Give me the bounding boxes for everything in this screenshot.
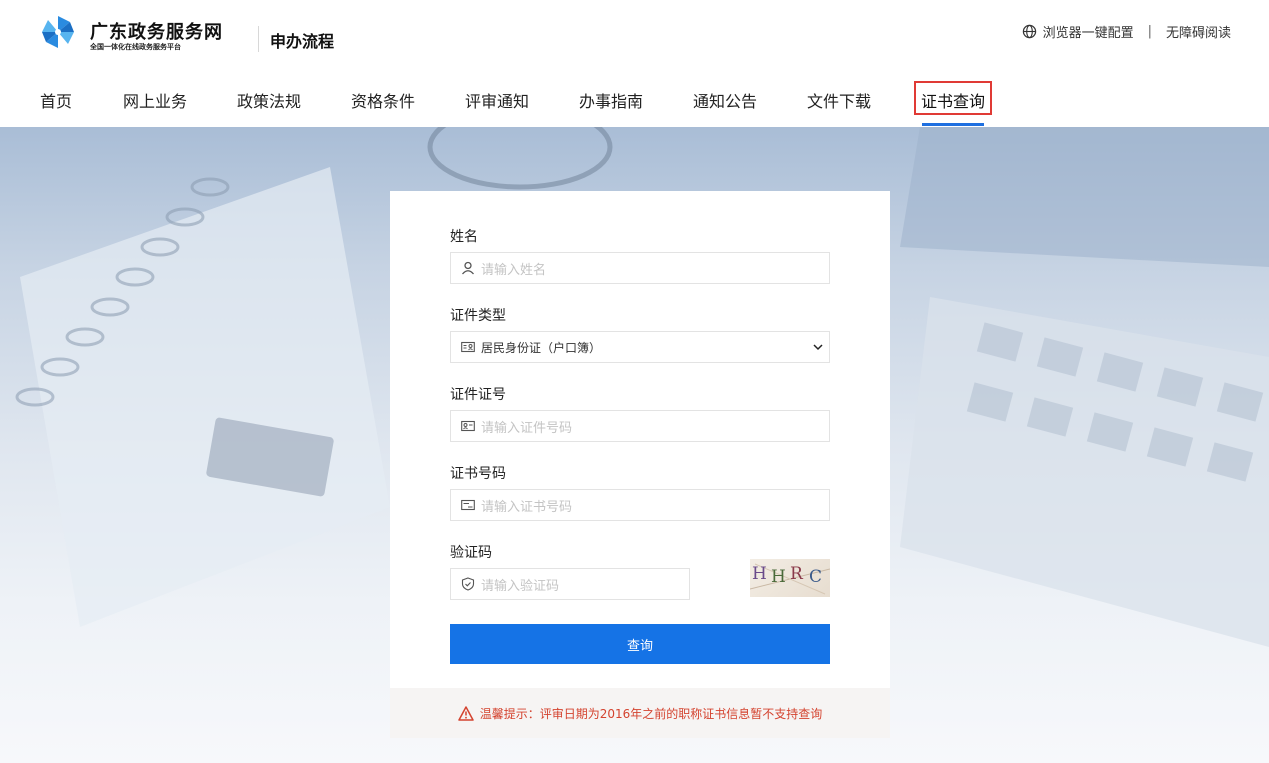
id-card-icon <box>461 420 475 432</box>
name-input[interactable]: 请输入姓名 <box>450 252 830 284</box>
id-type-select[interactable]: 居民身份证（户口簿） <box>450 331 830 363</box>
browser-config-link[interactable]: 浏览器一键配置 <box>1043 22 1134 41</box>
id-number-label: 证件证号 <box>450 387 506 403</box>
captcha-placeholder: 请输入验证码 <box>481 578 560 594</box>
id-type-label: 证件类型 <box>450 308 506 324</box>
chevron-down-icon[interactable] <box>813 342 823 352</box>
nav-item-online-business[interactable]: 网上业务 <box>123 88 187 112</box>
id-number-input[interactable]: 请输入证件号码 <box>450 410 830 442</box>
id-number-placeholder: 请输入证件号码 <box>481 420 573 436</box>
brand-subtitle: 全国一体化在线政务服务平台 <box>90 43 181 51</box>
name-placeholder: 请输入姓名 <box>481 262 547 278</box>
notice-text: 温馨提示：评审日期为2016年之前的职称证书信息暂不支持查询 <box>479 706 823 721</box>
notice-bar: 温馨提示：评审日期为2016年之前的职称证书信息暂不支持查询 <box>390 688 890 738</box>
query-button[interactable]: 查询 <box>450 624 830 664</box>
nav-item-home[interactable]: 首页 <box>40 88 72 112</box>
brand-divider <box>258 26 259 52</box>
main-nav: 首页 网上业务 政策法规 资格条件 评审通知 办事指南 通知公告 文件下载 证书… <box>0 84 1269 126</box>
pinwheel-logo-icon[interactable] <box>40 14 76 50</box>
header-tools: 浏览器一键配置 | 无障碍阅读 <box>1022 22 1231 41</box>
header-separator: | <box>1147 24 1152 39</box>
section-title: 申办流程 <box>270 32 335 51</box>
nav-item-downloads[interactable]: 文件下载 <box>807 88 871 112</box>
user-icon <box>462 261 474 275</box>
cert-number-placeholder: 请输入证书号码 <box>481 499 573 515</box>
active-nav-underline <box>922 123 984 126</box>
captcha-image[interactable]: HHRC <box>750 559 830 597</box>
id-type-value: 居民身份证（户口簿） <box>481 340 602 355</box>
cert-number-label: 证书号码 <box>450 466 506 482</box>
nav-item-qualifications[interactable]: 资格条件 <box>351 88 415 112</box>
nav-item-announcements[interactable]: 通知公告 <box>693 88 757 112</box>
brand-title[interactable]: 广东政务服务网 <box>90 18 223 44</box>
name-label: 姓名 <box>450 229 478 245</box>
warning-icon <box>457 705 474 721</box>
certificate-query-form: 姓名 请输入姓名 证件类型 居民身份证（户口簿） 证件证号 请输入证件号码 证书… <box>390 191 890 688</box>
active-nav-highlight <box>914 81 992 115</box>
globe-icon <box>1022 24 1036 39</box>
captcha-text: HHRC <box>752 564 822 587</box>
nav-item-review-notices[interactable]: 评审通知 <box>465 88 529 112</box>
captcha-label: 验证码 <box>450 545 492 561</box>
cert-number-input[interactable]: 请输入证书号码 <box>450 489 830 521</box>
captcha-input[interactable]: 请输入验证码 <box>450 568 690 600</box>
nav-item-guide[interactable]: 办事指南 <box>579 88 643 112</box>
shield-icon <box>461 577 475 591</box>
accessibility-link[interactable]: 无障碍阅读 <box>1166 22 1231 41</box>
nav-item-policies[interactable]: 政策法规 <box>237 88 301 112</box>
site-header: 广东政务服务网 全国一体化在线政务服务平台 申办流程 浏览器一键配置 | 无障碍… <box>0 0 1269 64</box>
id-card-icon <box>461 341 475 353</box>
certificate-icon <box>461 499 475 511</box>
